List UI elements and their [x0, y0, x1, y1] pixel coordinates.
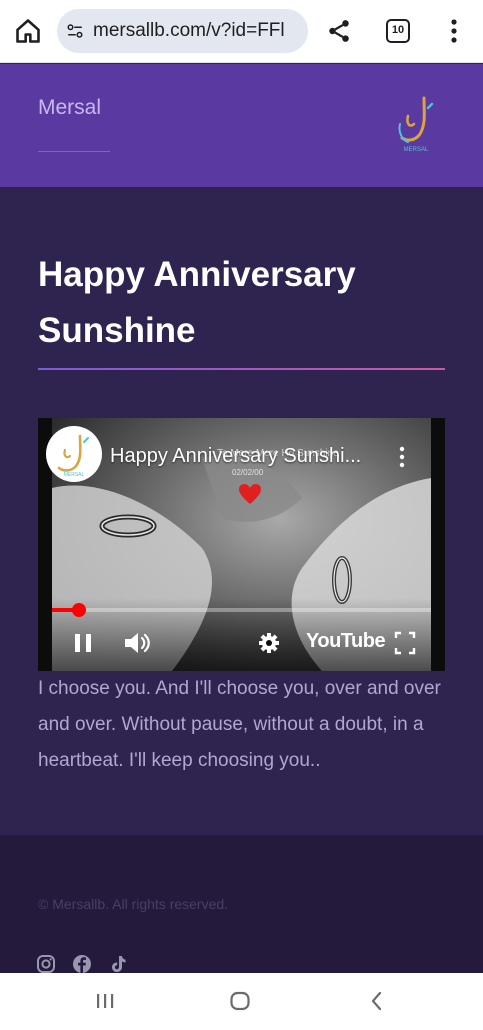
site-header: Mersal MERSAL: [0, 64, 483, 187]
tiktok-icon[interactable]: [108, 954, 128, 974]
video-more-icon[interactable]: [398, 446, 406, 468]
page-title: Happy Anniversary Sunshine: [38, 255, 356, 350]
home-nav-icon[interactable]: [229, 990, 251, 1012]
channel-logo-text: MERSAL: [64, 472, 85, 478]
video-player[interactable]: To Mere Mere Ho Sunshine 02/02/00 MERSAL…: [38, 418, 445, 671]
browser-toolbar: mersallb.com/v?id=FFl 10: [0, 0, 483, 63]
site-settings-icon[interactable]: [66, 22, 84, 40]
address-bar[interactable]: mersallb.com/v?id=FFl: [57, 9, 308, 53]
main-content: Happy Anniversary Sunshine To Mere Mere …: [0, 187, 483, 835]
system-navigation-bar: [0, 973, 483, 1030]
share-icon[interactable]: [326, 18, 352, 44]
recent-apps-icon[interactable]: [94, 990, 116, 1012]
youtube-logo[interactable]: YouTube: [306, 630, 386, 653]
instagram-icon[interactable]: [36, 954, 56, 974]
video-progress-bar[interactable]: [52, 603, 431, 617]
header-divider: [38, 151, 110, 152]
channel-avatar[interactable]: MERSAL: [46, 426, 102, 482]
heart-icon: [239, 484, 261, 504]
copyright-text: © Mersallb. All rights reserved.: [38, 896, 229, 912]
site-name[interactable]: Mersal: [38, 96, 101, 120]
more-options-icon[interactable]: [444, 18, 464, 44]
logo-text: MERSAL: [404, 147, 429, 153]
channel-logo-icon: MERSAL: [57, 434, 89, 478]
fullscreen-icon[interactable]: [393, 628, 417, 658]
back-icon[interactable]: [366, 990, 388, 1012]
mersal-logo[interactable]: MERSAL: [396, 94, 436, 154]
video-overlay-date: 02/02/00: [232, 468, 264, 477]
facebook-icon[interactable]: [72, 954, 92, 974]
video-description: I choose you. And I'll choose you, over …: [38, 678, 441, 771]
tab-switcher-button[interactable]: 10: [386, 19, 410, 43]
home-icon[interactable]: [14, 17, 42, 45]
site-footer: © Mersallb. All rights reserved.: [0, 835, 483, 973]
pause-icon[interactable]: [72, 628, 94, 658]
title-divider: [38, 368, 445, 370]
video-progress-handle[interactable]: [71, 603, 86, 617]
volume-icon[interactable]: [122, 628, 152, 658]
settings-gear-icon[interactable]: [257, 628, 281, 658]
url-text: mersallb.com/v?id=FFl: [93, 20, 285, 41]
video-title[interactable]: Happy Anniversary Sunshi...: [110, 445, 372, 468]
